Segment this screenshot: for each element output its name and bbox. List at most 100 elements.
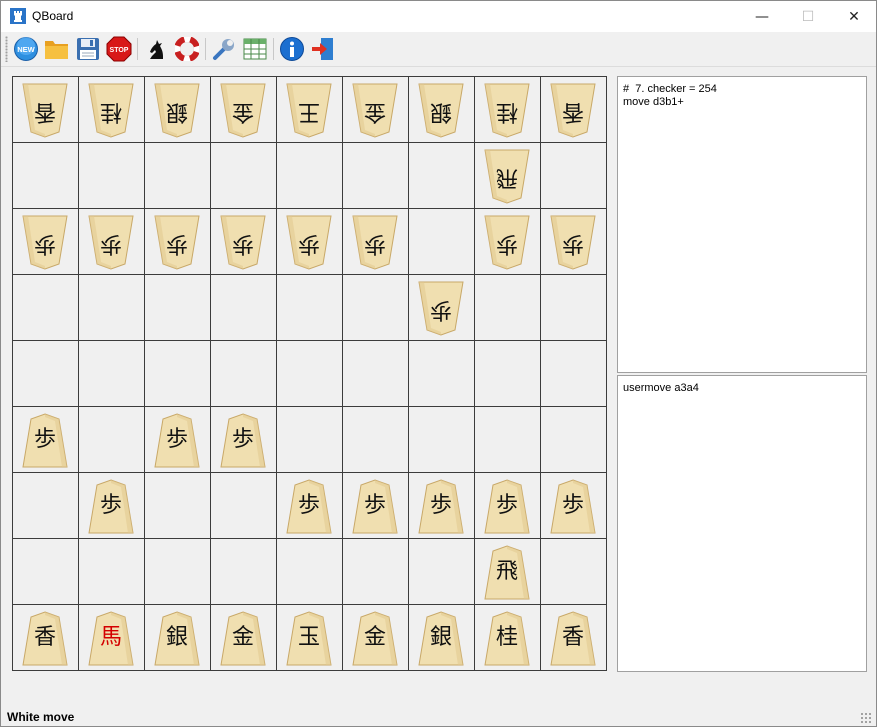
board-square[interactable]: 金 [343,77,409,143]
board-square[interactable] [79,407,145,473]
board-square[interactable] [145,473,211,539]
gote-piece[interactable]: 金 [352,83,398,138]
gote-piece[interactable]: 歩 [484,215,530,270]
stop-button[interactable]: STOP [105,35,133,63]
board-square[interactable] [211,341,277,407]
sente-piece[interactable]: 銀 [154,611,200,666]
board-square[interactable]: 歩 [79,473,145,539]
board-square[interactable]: 歩 [343,209,409,275]
sente-piece[interactable]: 香 [22,611,68,666]
board-square[interactable] [211,473,277,539]
gote-piece[interactable]: 歩 [220,215,266,270]
board-square[interactable]: 歩 [13,407,79,473]
sente-piece[interactable]: 馬 [88,611,134,666]
board-square[interactable]: 飛 [475,143,541,209]
sente-piece[interactable]: 歩 [550,479,596,534]
board-square[interactable] [409,143,475,209]
board-square[interactable] [211,143,277,209]
board-square[interactable]: 銀 [145,605,211,671]
sente-piece[interactable]: 歩 [154,413,200,468]
gote-piece[interactable]: 歩 [418,281,464,336]
board-square[interactable]: 歩 [145,209,211,275]
gote-piece[interactable]: 王 [286,83,332,138]
board-square[interactable]: 金 [211,605,277,671]
sente-piece[interactable]: 飛 [484,545,530,600]
sente-piece[interactable]: 玉 [286,611,332,666]
board-square[interactable] [277,143,343,209]
board-square[interactable] [541,539,607,605]
gote-piece[interactable]: 香 [550,83,596,138]
board-square[interactable] [79,275,145,341]
board-square[interactable]: 歩 [409,275,475,341]
minimize-button[interactable]: — [739,1,785,32]
sente-piece[interactable]: 歩 [418,479,464,534]
gote-piece[interactable]: 歩 [22,215,68,270]
engine-output-panel[interactable]: # 7. checker = 254 move d3b1+ [617,76,867,373]
gote-piece[interactable]: 金 [220,83,266,138]
board-square[interactable] [475,341,541,407]
close-button[interactable]: ✕ [831,1,876,32]
board-square[interactable]: 銀 [409,77,475,143]
board-square[interactable] [409,209,475,275]
board-square[interactable] [541,341,607,407]
board-square[interactable]: 歩 [541,473,607,539]
board-square[interactable]: 歩 [211,209,277,275]
engine-button[interactable] [142,35,170,63]
help-lifebuoy-button[interactable] [173,35,201,63]
sente-piece[interactable]: 桂 [484,611,530,666]
board-square[interactable] [145,275,211,341]
board-square[interactable]: 桂 [475,77,541,143]
gote-piece[interactable]: 桂 [484,83,530,138]
board-square[interactable] [409,407,475,473]
board-square[interactable] [475,407,541,473]
board-square[interactable]: 歩 [211,407,277,473]
shogi-board[interactable]: 香桂銀金王金銀桂香飛歩歩歩歩歩歩歩歩歩歩歩歩歩歩歩歩歩歩飛香馬銀金玉金銀桂香 [12,76,607,671]
sente-piece[interactable]: 歩 [484,479,530,534]
board-square[interactable] [145,341,211,407]
gote-piece[interactable]: 香 [22,83,68,138]
title-bar[interactable]: QBoard — ☐ ✕ [1,1,876,32]
board-square[interactable] [343,539,409,605]
save-button[interactable] [74,35,102,63]
board-square[interactable] [343,275,409,341]
board-square[interactable] [343,143,409,209]
board-square[interactable]: 金 [211,77,277,143]
gote-piece[interactable]: 歩 [550,215,596,270]
board-square[interactable] [79,341,145,407]
board-square[interactable]: 歩 [79,209,145,275]
board-square[interactable]: 玉 [277,605,343,671]
exit-button[interactable] [309,35,337,63]
sente-piece[interactable]: 歩 [220,413,266,468]
user-moves-panel[interactable]: usermove a3a4 [617,375,867,672]
board-square[interactable] [211,275,277,341]
gote-piece[interactable]: 歩 [286,215,332,270]
board-square[interactable] [409,341,475,407]
gote-piece[interactable]: 歩 [352,215,398,270]
board-square[interactable] [211,539,277,605]
gote-piece[interactable]: 飛 [484,149,530,204]
board-square[interactable]: 歩 [541,209,607,275]
board-square[interactable] [277,539,343,605]
board-square[interactable]: 金 [343,605,409,671]
board-square[interactable]: 歩 [145,407,211,473]
sente-piece[interactable]: 銀 [418,611,464,666]
maximize-button[interactable]: ☐ [785,1,831,32]
board-square[interactable] [145,143,211,209]
board-square[interactable] [475,275,541,341]
board-square[interactable]: 歩 [343,473,409,539]
board-square[interactable]: 香 [13,605,79,671]
sente-piece[interactable]: 金 [352,611,398,666]
sente-piece[interactable]: 歩 [352,479,398,534]
board-square[interactable]: 歩 [475,209,541,275]
board-square[interactable]: 歩 [409,473,475,539]
sente-piece[interactable]: 歩 [22,413,68,468]
board-square[interactable]: 銀 [409,605,475,671]
board-square[interactable]: 香 [13,77,79,143]
toolbar-grip[interactable] [5,36,8,62]
board-square[interactable] [541,143,607,209]
gote-piece[interactable]: 桂 [88,83,134,138]
gote-piece[interactable]: 歩 [154,215,200,270]
board-square[interactable] [13,473,79,539]
board-square[interactable]: 香 [541,77,607,143]
board-square[interactable] [13,539,79,605]
